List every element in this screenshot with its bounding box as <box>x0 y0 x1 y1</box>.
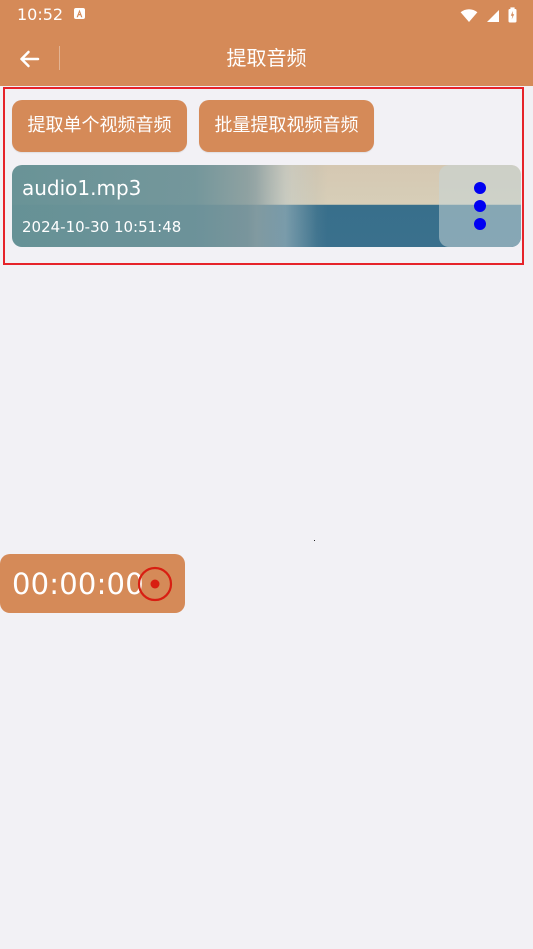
file-name: audio1.mp3 <box>22 176 142 200</box>
small-dot <box>314 540 315 541</box>
batch-extract-video-audio-button[interactable]: 批量提取视频音频 <box>199 100 374 152</box>
menu-dot <box>474 218 486 230</box>
page-title: 提取音频 <box>226 46 307 70</box>
status-time: 10:52 <box>17 5 64 24</box>
more-options-button[interactable] <box>439 165 521 247</box>
menu-dot <box>474 200 486 212</box>
record-button[interactable] <box>137 566 173 602</box>
app-bar: 提取音频 <box>0 30 533 86</box>
file-date: 2024-10-30 10:51:48 <box>22 218 182 236</box>
wifi-icon <box>460 8 478 22</box>
screen: 10:52 提取音频 提取单个视频音频 批量提取视频音频 audio1.mp3 … <box>0 0 533 949</box>
more-vertical-icon <box>474 182 486 230</box>
status-icons <box>460 6 517 24</box>
app-notification-icon <box>74 8 85 19</box>
battery-icon <box>508 7 517 23</box>
recording-timer: 00:00:00 <box>12 567 144 601</box>
audio-file-item[interactable]: audio1.mp3 2024-10-30 10:51:48 <box>12 165 521 247</box>
card-background-sheen <box>247 165 317 247</box>
status-bar: 10:52 <box>0 0 533 30</box>
audio-recorder-widget[interactable]: 00:00:00 <box>0 554 185 613</box>
cell-signal-icon <box>487 9 499 22</box>
menu-dot <box>474 182 486 194</box>
record-icon <box>137 566 173 602</box>
extract-single-video-audio-button[interactable]: 提取单个视频音频 <box>12 100 187 152</box>
